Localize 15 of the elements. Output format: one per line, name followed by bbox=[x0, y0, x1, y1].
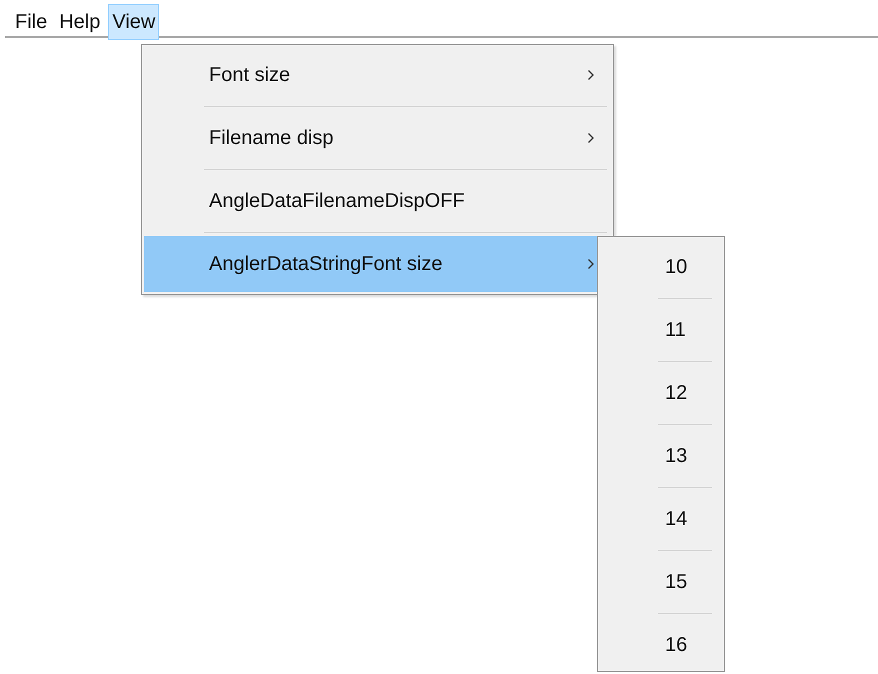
chevron-right-icon bbox=[587, 132, 595, 144]
menu-item[interactable]: AngleDataFilenameDispOFF bbox=[144, 173, 611, 229]
menu-item[interactable]: 16 bbox=[600, 617, 722, 673]
menu-item[interactable]: 12 bbox=[600, 365, 722, 421]
chevron-right-icon bbox=[587, 69, 595, 81]
menu-item[interactable]: 13 bbox=[600, 428, 722, 484]
menu-item[interactable]: View bbox=[108, 4, 160, 40]
menu-item[interactable]: Filename disp bbox=[144, 110, 611, 166]
menu-item[interactable]: 15 bbox=[600, 554, 722, 610]
menu-item[interactable]: 11 bbox=[600, 302, 722, 358]
menu-item[interactable]: Help bbox=[55, 4, 104, 40]
menu-item[interactable]: File bbox=[11, 4, 52, 40]
menu-item[interactable]: Font size bbox=[144, 47, 611, 103]
chevron-right-icon bbox=[587, 258, 595, 270]
menu-item[interactable]: 14 bbox=[600, 491, 722, 547]
